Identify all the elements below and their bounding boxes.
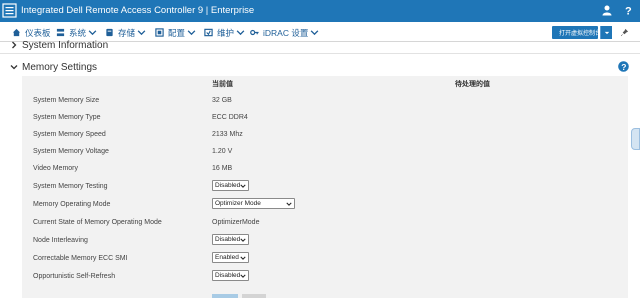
select-value: Disabled bbox=[215, 182, 241, 189]
row-label: System Memory Type bbox=[33, 114, 101, 121]
row-label: System Memory Size bbox=[33, 97, 100, 104]
chevron-down-icon bbox=[240, 238, 246, 242]
storage-icon bbox=[106, 28, 113, 37]
open-virtual-console-label: 打开虚拟控制台 bbox=[559, 31, 598, 37]
row-label: System Memory Voltage bbox=[33, 148, 109, 155]
nav-storage[interactable]: 存储 bbox=[105, 26, 150, 39]
system-memory-testing-select[interactable]: Disabled bbox=[212, 180, 249, 191]
chevron-down-icon bbox=[88, 30, 97, 36]
virtual-console-menu-button[interactable] bbox=[600, 26, 612, 39]
nav-maintenance[interactable]: 维护 bbox=[204, 26, 249, 39]
pending-value-column-header: 待处理的值 bbox=[455, 81, 490, 88]
chevron-down-icon bbox=[310, 30, 319, 36]
chevron-down-icon bbox=[137, 30, 146, 36]
row-value: 1.20 V bbox=[212, 148, 233, 155]
user-icon[interactable] bbox=[601, 4, 613, 16]
memory-settings-header[interactable]: Memory Settings bbox=[10, 60, 97, 74]
memory-operating-mode-select[interactable]: Optimizer Mode bbox=[212, 198, 295, 209]
apply-button[interactable] bbox=[212, 294, 238, 298]
svg-text:?: ? bbox=[621, 62, 626, 72]
nav-label: 维护 bbox=[217, 27, 235, 38]
row-label: Memory Operating Mode bbox=[33, 201, 111, 208]
discard-button[interactable] bbox=[242, 294, 266, 298]
row-label: Video Memory bbox=[33, 165, 79, 172]
select-value: Disabled bbox=[215, 236, 241, 243]
row-label: System Memory Testing bbox=[33, 183, 108, 190]
chevron-down-icon bbox=[240, 274, 246, 278]
node-interleaving-select[interactable]: Disabled bbox=[212, 234, 249, 245]
caret-down-icon bbox=[604, 31, 609, 34]
side-panel-handle[interactable] bbox=[631, 128, 640, 150]
opportunistic-self-refresh-select[interactable]: Disabled bbox=[212, 270, 249, 281]
server-icon bbox=[56, 28, 65, 37]
row-label: Current State of Memory Operating Mode bbox=[33, 219, 162, 226]
select-value: Disabled bbox=[215, 272, 241, 279]
select-value: Optimizer Mode bbox=[215, 200, 261, 207]
chevron-down-icon bbox=[187, 30, 196, 36]
row-label: Node Interleaving bbox=[33, 237, 88, 244]
title-bar: Integrated Dell Remote Access Controller… bbox=[0, 0, 640, 22]
row-value: 2133 Mhz bbox=[212, 131, 243, 138]
chevron-down-icon bbox=[236, 30, 245, 36]
maintenance-icon bbox=[204, 28, 213, 37]
section-divider bbox=[0, 53, 640, 54]
app-title: Integrated Dell Remote Access Controller… bbox=[21, 5, 255, 16]
nav-idrac-settings[interactable]: iDRAC 设置 bbox=[250, 26, 323, 39]
nav-label: 仪表板 bbox=[25, 27, 51, 38]
memory-settings-table bbox=[22, 76, 628, 298]
chevron-right-icon bbox=[12, 41, 17, 49]
row-label: System Memory Speed bbox=[33, 131, 106, 138]
row-value: 32 GB bbox=[212, 97, 232, 104]
section-title: System Information bbox=[22, 39, 109, 51]
section-title: Memory Settings bbox=[22, 61, 98, 73]
config-icon bbox=[155, 28, 164, 37]
current-value-column-header: 当前值 bbox=[212, 81, 233, 88]
row-value: ECC DDR4 bbox=[212, 114, 248, 121]
row-label: Correctable Memory ECC SMI bbox=[33, 255, 128, 262]
idrac-settings-icon bbox=[250, 29, 259, 36]
correctable-memory-ecc-smi-select[interactable]: Enabled bbox=[212, 252, 249, 263]
dell-logo-icon bbox=[2, 3, 17, 18]
chevron-down-icon bbox=[240, 256, 246, 260]
help-menu-icon[interactable]: ? bbox=[622, 4, 634, 17]
chevron-down-icon bbox=[286, 202, 292, 206]
nav-label: iDRAC 设置 bbox=[263, 27, 309, 38]
nav-configuration[interactable]: 配置 bbox=[155, 26, 200, 39]
nav-label: 系统 bbox=[69, 27, 87, 38]
svg-text:?: ? bbox=[625, 6, 632, 17]
help-icon[interactable]: ? bbox=[618, 61, 629, 72]
home-icon bbox=[12, 28, 21, 37]
select-value: Enabled bbox=[215, 254, 239, 261]
nav-label: 存储 bbox=[118, 27, 136, 38]
nav-label: 配置 bbox=[168, 27, 186, 38]
row-label: Opportunistic Self-Refresh bbox=[33, 273, 116, 280]
system-information-header[interactable]: System Information bbox=[10, 38, 108, 52]
chevron-down-icon bbox=[10, 65, 18, 70]
open-virtual-console-button[interactable]: 打开虚拟控制台 bbox=[552, 26, 598, 39]
pin-icon[interactable] bbox=[620, 28, 629, 37]
chevron-down-icon bbox=[240, 184, 246, 188]
row-value: 16 MB bbox=[212, 165, 233, 172]
row-value: OptimizerMode bbox=[212, 219, 260, 226]
